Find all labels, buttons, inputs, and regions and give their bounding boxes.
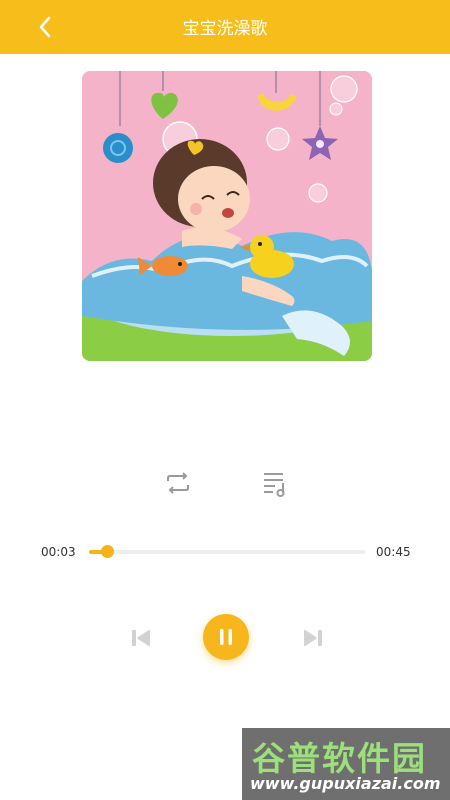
page-title: 宝宝洗澡歌 [182, 19, 268, 39]
next-icon [304, 629, 322, 647]
progress-handle[interactable] [101, 545, 115, 558]
previous-button[interactable] [128, 625, 154, 651]
top-bar: 宝宝洗澡歌 [0, 0, 450, 54]
previous-icon [132, 629, 150, 647]
playlist-icon [264, 473, 285, 497]
progress-bar[interactable] [89, 545, 365, 558]
watermark-url: www.gupuxiazai.com [250, 774, 441, 793]
repeat-button[interactable] [160, 468, 196, 498]
pause-icon [220, 629, 232, 645]
playlist-button[interactable] [257, 466, 293, 500]
total-time: 00:45 [376, 545, 411, 559]
repeat-icon [167, 472, 189, 494]
next-button[interactable] [300, 625, 326, 651]
play-pause-button[interactable] [203, 614, 249, 660]
current-time: 00:03 [41, 545, 76, 559]
album-cover [82, 71, 372, 361]
watermark-name: 谷普软件园 [252, 739, 427, 778]
watermark: 谷普软件园 www.gupuxiazai.com [242, 728, 450, 800]
